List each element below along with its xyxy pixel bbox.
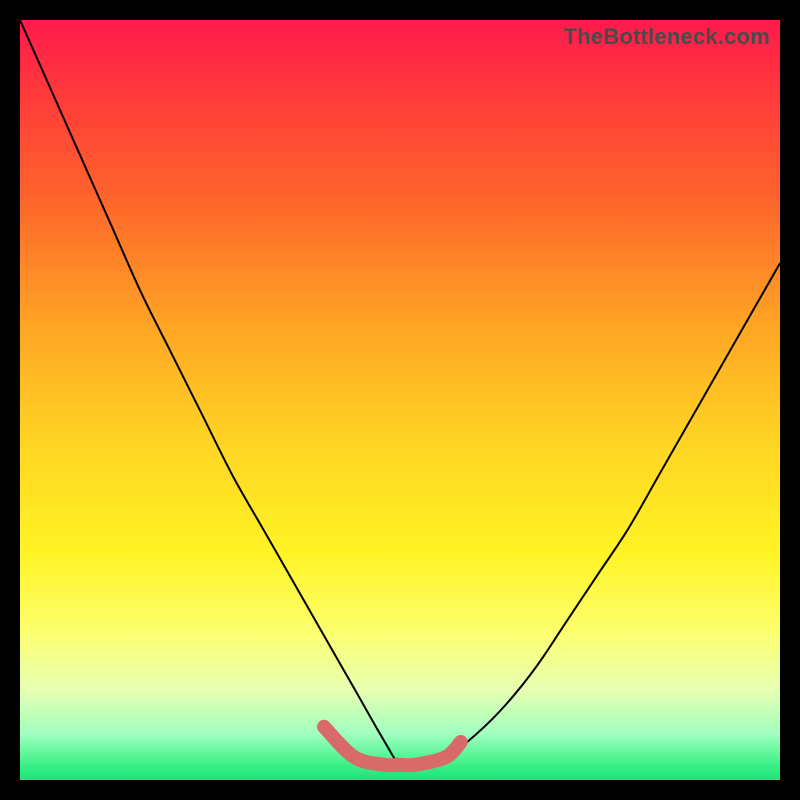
bottleneck-curve: [20, 20, 780, 767]
curve-layer: [20, 20, 780, 780]
outer-frame: TheBottleneck.com: [0, 0, 800, 800]
plot-area: TheBottleneck.com: [20, 20, 780, 780]
optimal-zone-highlight: [324, 727, 461, 766]
